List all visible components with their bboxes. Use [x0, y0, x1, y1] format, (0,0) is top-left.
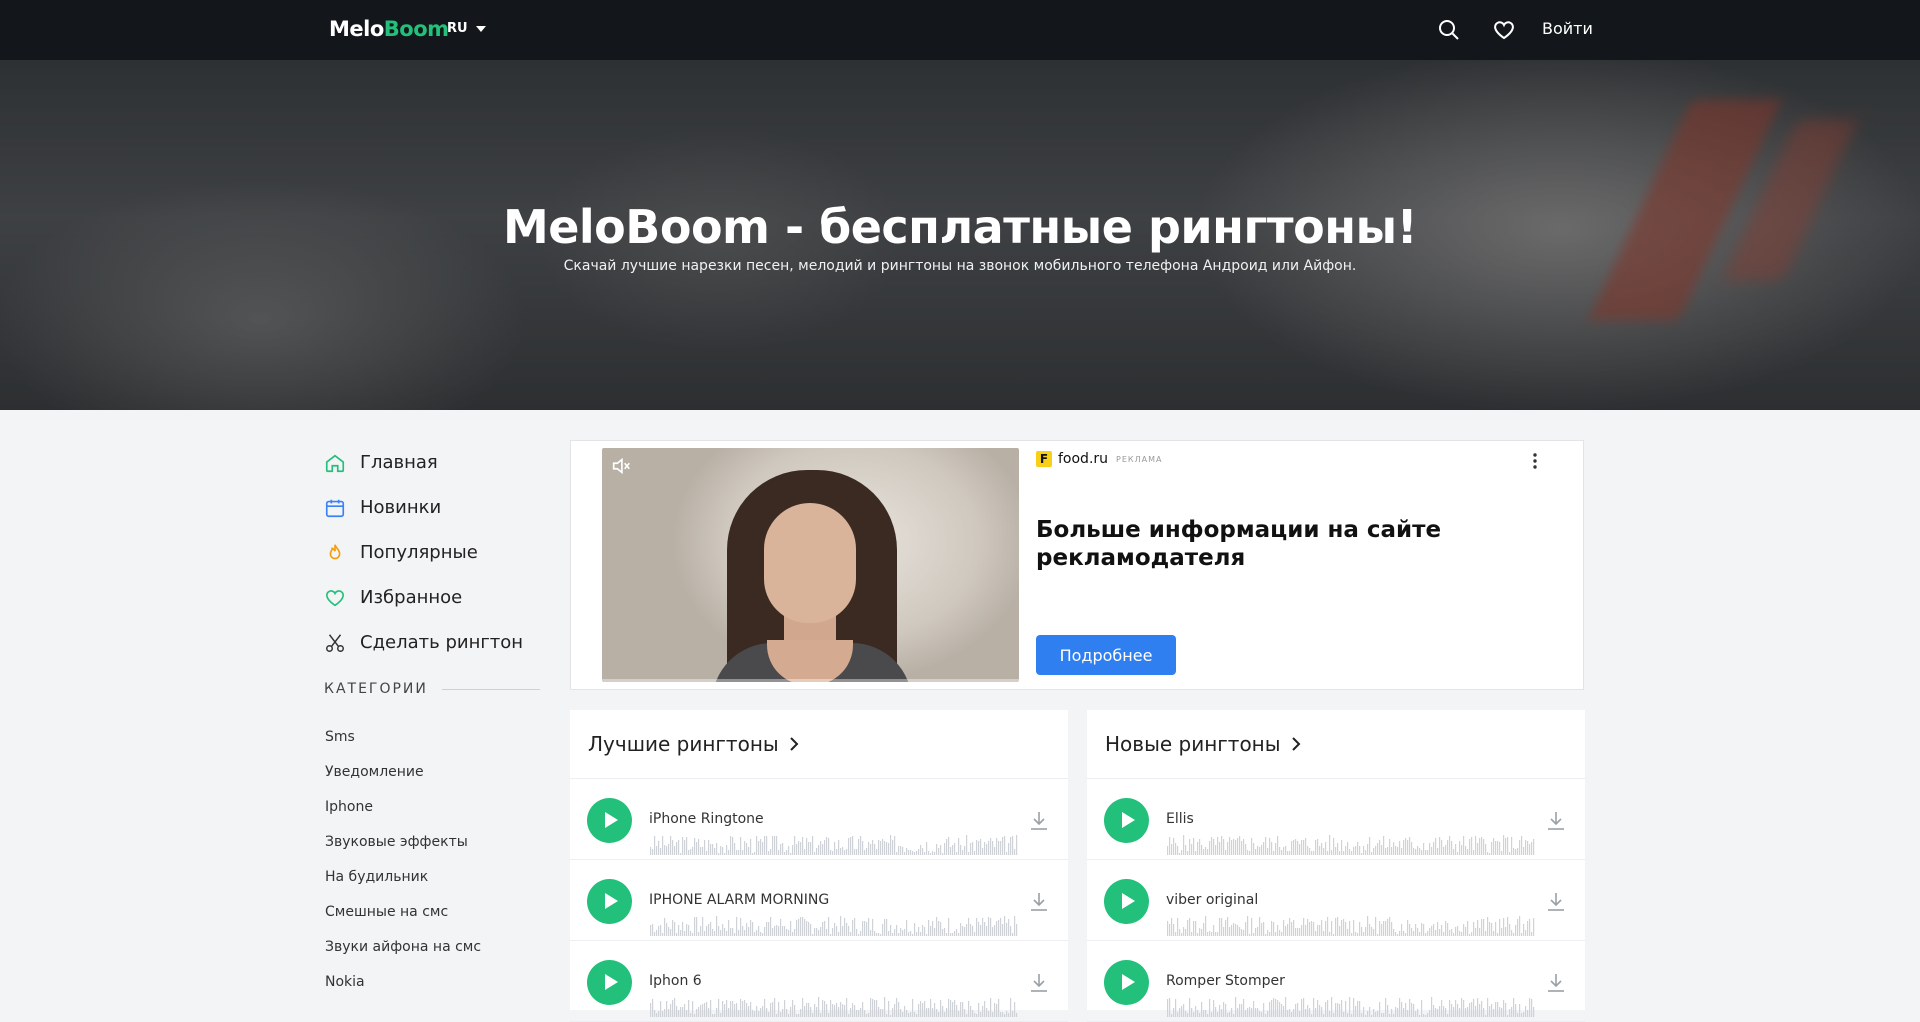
new-ringtones-title[interactable]: Новые рингтоны: [1105, 732, 1301, 756]
download-icon[interactable]: [1030, 811, 1048, 831]
ad-more-button[interactable]: Подробнее: [1036, 635, 1176, 675]
ringtone-title[interactable]: viber original: [1166, 892, 1258, 908]
sidebar-item-make-ringtone[interactable]: Сделать рингтон: [324, 620, 544, 665]
sidebar-item-label: Избранное: [360, 587, 463, 608]
category-list: Sms Уведомление Iphone Звуковые эффекты …: [325, 727, 481, 1007]
categories-heading: КАТЕГОРИИ: [324, 681, 540, 697]
category-link[interactable]: На будильник: [325, 867, 481, 902]
ringtone-row: viber original: [1087, 860, 1585, 941]
calendar-icon: [325, 499, 345, 517]
top-header: MeloBoom RU Войти: [0, 0, 1920, 60]
ringtone-row: Ellis: [1087, 779, 1585, 860]
play-button[interactable]: [1104, 960, 1149, 1005]
ringtone-row: Romper Stomper: [1087, 941, 1585, 1022]
caret-down-icon: [475, 25, 486, 32]
hero-subtitle: Скачай лучшие нарезки песен, мелодий и р…: [563, 258, 1357, 274]
sidebar-item-label: Популярные: [360, 542, 478, 563]
scissors-icon: [326, 633, 344, 652]
ringtone-row: iPhone Ringtone: [570, 779, 1068, 860]
more-vertical-icon[interactable]: [1529, 451, 1541, 471]
ad-headline[interactable]: Больше информации на сайте рекламодателя: [1036, 516, 1456, 572]
waveform[interactable]: [650, 833, 1018, 855]
ringtone-title[interactable]: Romper Stomper: [1166, 973, 1285, 989]
category-link[interactable]: Уведомление: [325, 762, 481, 797]
sidebar-item-label: Новинки: [360, 497, 442, 518]
category-link[interactable]: Звуки айфона на смс: [325, 937, 481, 972]
ad-tag: РЕКЛАМА: [1116, 454, 1163, 464]
waveform[interactable]: [1167, 995, 1535, 1017]
best-ringtones-card: Лучшие рингтоны iPhone Ringtone IPHONE A…: [570, 710, 1068, 1022]
ad-brand[interactable]: F food.ru РЕКЛАМА: [1036, 451, 1162, 467]
site-logo[interactable]: MeloBoom: [329, 17, 449, 41]
waveform[interactable]: [1167, 833, 1535, 855]
waveform[interactable]: [650, 914, 1018, 936]
language-label: RU: [447, 21, 468, 36]
ringtone-row: IPHONE ALARM MORNING: [570, 860, 1068, 941]
card-title-label: Лучшие рингтоны: [588, 732, 779, 756]
brand-logo-icon: F: [1036, 451, 1052, 467]
category-link[interactable]: Iphone: [325, 797, 481, 832]
ringtone-row: Iphon 6: [570, 941, 1068, 1022]
logo-accent: Boom: [383, 17, 449, 41]
chevron-right-icon: [1291, 737, 1300, 751]
favorites-heart-icon[interactable]: [1492, 18, 1516, 42]
sidebar-nav: Главная Новинки Популярные Избранное Сде…: [324, 440, 544, 665]
ad-video[interactable]: [602, 448, 1019, 682]
new-ringtones-card: Новые рингтоны Ellis viber original Romp…: [1087, 710, 1585, 1022]
download-icon[interactable]: [1547, 892, 1565, 912]
ringtone-title[interactable]: Ellis: [1166, 811, 1194, 827]
ringtone-title[interactable]: Iphon 6: [649, 973, 702, 989]
ad-video-figure: [764, 503, 856, 623]
login-link[interactable]: Войти: [1542, 19, 1593, 38]
hero-title: MeloBoom - бесплатные рингтоны!: [502, 200, 1418, 254]
categories-heading-label: КАТЕГОРИИ: [324, 681, 428, 697]
language-selector[interactable]: RU: [447, 21, 486, 36]
search-icon[interactable]: [1437, 18, 1461, 42]
divider: [441, 688, 540, 690]
play-button[interactable]: [587, 879, 632, 924]
sidebar-item-home[interactable]: Главная: [324, 440, 544, 485]
logo-main: Melo: [329, 17, 384, 41]
play-button[interactable]: [587, 960, 632, 1005]
fire-icon: [329, 543, 341, 559]
download-icon[interactable]: [1547, 973, 1565, 993]
best-ringtones-title[interactable]: Лучшие рингтоны: [588, 732, 799, 756]
sidebar-item-label: Главная: [360, 452, 438, 473]
ringtone-title[interactable]: IPHONE ALARM MORNING: [649, 892, 829, 908]
category-link[interactable]: Смешные на смс: [325, 902, 481, 937]
hero-banner: MeloBoom - бесплатные рингтоны! Скачай л…: [0, 60, 1920, 410]
chevron-right-icon: [789, 737, 799, 751]
sidebar-item-favorites[interactable]: Избранное: [324, 575, 544, 620]
play-button[interactable]: [587, 798, 632, 843]
category-link[interactable]: Sms: [325, 727, 481, 762]
download-icon[interactable]: [1030, 973, 1048, 993]
sidebar-item-new[interactable]: Новинки: [324, 485, 544, 530]
sidebar-item-popular[interactable]: Популярные: [324, 530, 544, 575]
heart-icon: [325, 589, 345, 606]
card-title-label: Новые рингтоны: [1105, 732, 1281, 756]
play-button[interactable]: [1104, 798, 1149, 843]
mute-icon[interactable]: [610, 455, 632, 477]
waveform[interactable]: [650, 995, 1018, 1017]
category-link[interactable]: Nokia: [325, 972, 481, 1007]
download-icon[interactable]: [1030, 892, 1048, 912]
category-link[interactable]: Звуковые эффекты: [325, 832, 481, 867]
sidebar-item-label: Сделать рингтон: [360, 632, 524, 653]
advertisement: F food.ru РЕКЛАМА Больше информации на с…: [570, 440, 1584, 690]
home-icon: [325, 454, 345, 472]
download-icon[interactable]: [1547, 811, 1565, 831]
play-button[interactable]: [1104, 879, 1149, 924]
ad-progress-bar: [602, 679, 1019, 682]
ringtone-title[interactable]: iPhone Ringtone: [649, 811, 764, 827]
waveform[interactable]: [1167, 914, 1535, 936]
ad-brand-name: food.ru: [1058, 451, 1109, 467]
